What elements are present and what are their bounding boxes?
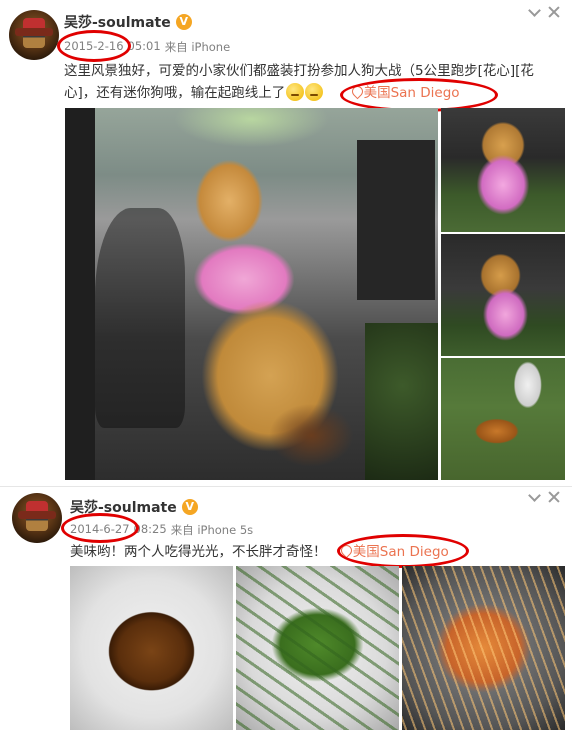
photo-food-chicken[interactable] — [70, 566, 233, 730]
photo-dog-thumb-1[interactable] — [441, 108, 565, 232]
post-source: 来自 iPhone 5s — [170, 523, 254, 537]
verified-badge-icon: V — [181, 499, 198, 515]
post-date[interactable]: 2014-6-27 — [70, 522, 130, 538]
location-text: 美国San Diego — [363, 85, 460, 101]
photo-food-green-beans[interactable] — [236, 566, 399, 730]
post-source: 来自 iPhone — [164, 40, 231, 54]
photo-dog-main[interactable] — [65, 108, 438, 480]
post-time: 05:01 — [127, 39, 161, 53]
verified-badge-icon: V — [175, 14, 192, 30]
post-date[interactable]: 2015-2-16 — [64, 39, 124, 55]
post-controls — [528, 491, 560, 503]
post-text-content: 美味哟！两个人吃得光光，不长胖才奇怪！ — [70, 544, 327, 560]
photo-detail — [357, 140, 435, 300]
photo-food-potato-shreds[interactable] — [402, 566, 565, 730]
location-link[interactable]: 美国San Diego — [352, 85, 460, 101]
post-text: 这里风景独好，可爱的小家伙们都盛装打扮参加人狗大战（5公里跑步[花心][花心]，… — [64, 60, 554, 104]
post-text: 美味哟！两个人吃得光光，不长胖才奇怪！ 美国San Diego — [70, 541, 550, 563]
close-icon[interactable] — [548, 491, 560, 503]
post-controls — [528, 6, 560, 18]
photo-detail — [95, 208, 185, 428]
emoji-icon — [305, 83, 324, 101]
photo-dog-thumb-3[interactable] — [441, 358, 565, 480]
emoji-icon — [286, 83, 305, 101]
avatar[interactable] — [9, 10, 59, 60]
location-pin-icon — [341, 545, 350, 557]
chevron-down-icon[interactable] — [528, 491, 540, 503]
close-icon[interactable] — [548, 6, 560, 18]
chevron-down-icon[interactable] — [528, 6, 540, 18]
location-text: 美国San Diego — [352, 544, 449, 560]
avatar[interactable] — [12, 493, 62, 543]
username[interactable]: 吴莎-soulmate — [70, 497, 177, 517]
photo-dog-thumb-2[interactable] — [441, 234, 565, 356]
location-pin-icon — [352, 86, 361, 98]
weibo-post-1: 吴莎-soulmate V 2015-2-16 05:01 来自 iPhone … — [0, 0, 572, 484]
location-link[interactable]: 美国San Diego — [341, 544, 449, 560]
photo-detail — [365, 323, 438, 480]
post-header: 吴莎-soulmate V — [64, 12, 192, 32]
post-time: 08:25 — [133, 522, 167, 536]
username[interactable]: 吴莎-soulmate — [64, 12, 171, 32]
post-meta: 2015-2-16 05:01 来自 iPhone — [64, 39, 230, 55]
post-meta: 2014-6-27 08:25 来自 iPhone 5s — [70, 522, 253, 538]
post-header: 吴莎-soulmate V — [70, 497, 198, 517]
